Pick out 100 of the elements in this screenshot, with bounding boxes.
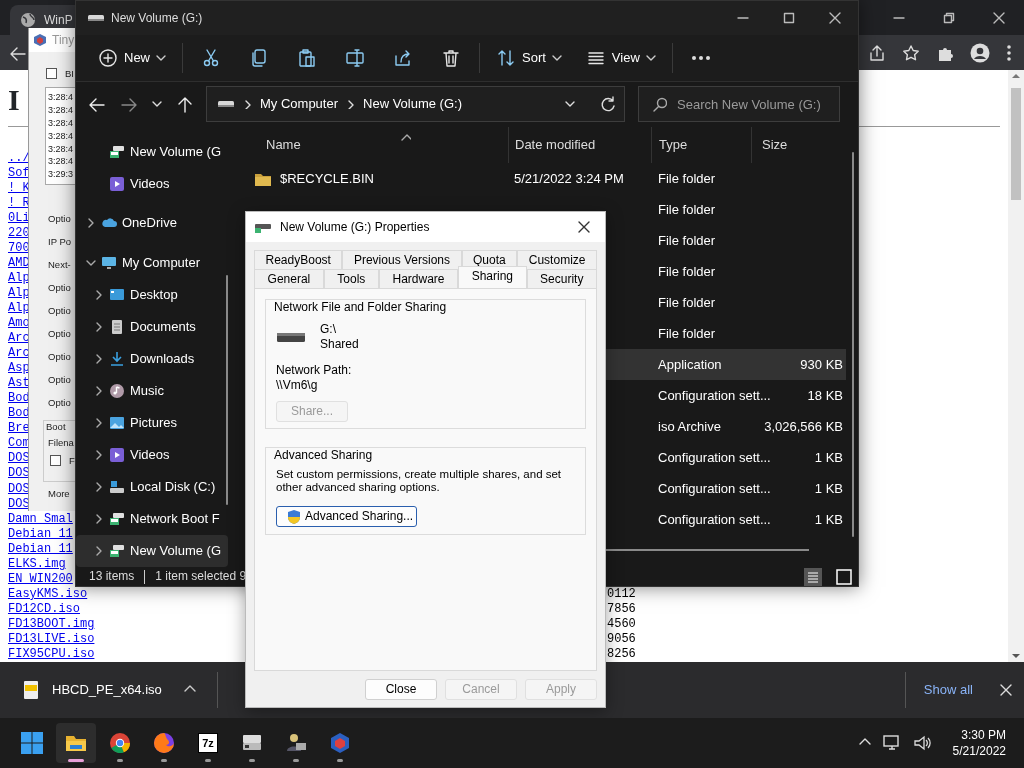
menu-icon[interactable] (1006, 43, 1012, 62)
sidebar-item[interactable]: OneDrive (76, 207, 228, 240)
scrollbar[interactable] (1008, 70, 1024, 662)
log-line: 3:28:4 (48, 155, 75, 169)
advanced-sharing-button[interactable]: Advanced Sharing... (276, 506, 417, 528)
file-type: iso Archive (658, 418, 721, 434)
tab[interactable]: Sharing (458, 266, 527, 288)
profile-icon[interactable] (970, 42, 990, 63)
file-link[interactable]: EasyKMS.iso (8, 586, 88, 601)
sidebar-item[interactable]: My Computer (76, 247, 228, 280)
file-link[interactable]: FD12CD.iso (8, 601, 80, 616)
file-link[interactable]: Bre (8, 421, 30, 436)
file-link[interactable]: Ast (8, 376, 30, 391)
breadcrumb-link[interactable]: My Computer (260, 96, 339, 113)
chevron-right-icon[interactable] (94, 418, 104, 429)
tab[interactable]: Customize (517, 250, 597, 269)
scrollbar-thumb[interactable] (1011, 88, 1021, 200)
dialog-button[interactable]: Close (365, 679, 437, 700)
file-link[interactable]: Debian 11 (8, 541, 73, 556)
sidebar-item[interactable]: Pictures (76, 407, 228, 440)
chevron-right-icon[interactable] (94, 386, 104, 397)
file-link[interactable]: FD13LIVE.iso (8, 632, 95, 646)
close-icon[interactable] (828, 11, 842, 25)
file-link[interactable]: Arc (8, 346, 30, 361)
scrollbar[interactable] (852, 152, 854, 538)
file-link[interactable]: Debian 11 (8, 526, 73, 541)
file-link[interactable]: ELKS.img (8, 556, 66, 571)
chevron-right-icon[interactable] (94, 514, 104, 525)
browser-icon (152, 731, 176, 755)
field-label: Optio (47, 281, 72, 296)
file-link[interactable]: FIX95CPU.iso (8, 647, 95, 662)
sidebar-item[interactable]: Desktop (76, 279, 228, 312)
details-view-icon[interactable] (804, 567, 822, 586)
paste-icon (297, 47, 317, 68)
sidebar-item[interactable]: Network Boot F (76, 503, 228, 536)
breadcrumb-link[interactable]: New Volume (G:) (363, 96, 462, 113)
column-header[interactable]: Type (659, 137, 688, 153)
file-link[interactable]: Arc (8, 331, 30, 346)
close-icon[interactable] (577, 220, 591, 234)
chevron-right-icon[interactable] (94, 290, 104, 301)
new-button[interactable]: New (90, 39, 174, 76)
shield-icon (287, 509, 301, 525)
clock-date[interactable]: 5/21/2022 (952, 743, 1006, 759)
scrollbar[interactable] (226, 275, 228, 506)
file-row[interactable]: $RECYCLE.BIN 5/21/2022 3:24 PM File folder (246, 163, 846, 195)
pictures-icon (109, 415, 125, 432)
view-button[interactable]: View (577, 39, 664, 76)
column-header[interactable]: Name (266, 137, 301, 153)
clock-time[interactable]: 3:30 PM (952, 727, 1006, 743)
sidebar-item[interactable]: New Volume (G (76, 535, 228, 568)
tab[interactable]: Hardware (378, 269, 459, 288)
tab[interactable]: Security (526, 269, 598, 288)
tab[interactable]: Previous Versions (342, 250, 462, 269)
tiles-view-icon[interactable] (836, 568, 852, 585)
chevron-right-icon[interactable] (94, 450, 104, 461)
group-title: Advanced Sharing (272, 448, 375, 463)
search-field[interactable]: Search New Volume (G:) (638, 86, 840, 123)
checkbox[interactable] (46, 68, 57, 80)
column-header[interactable]: Size (762, 137, 788, 153)
sidebar-item[interactable]: Music (76, 375, 228, 408)
taskbar-button[interactable] (56, 723, 96, 763)
show-all-link[interactable]: Show all (917, 681, 979, 699)
file-link[interactable]: EN_WIN200 (8, 571, 73, 586)
file-type: Configuration sett... (658, 449, 771, 465)
close-icon[interactable] (992, 10, 1006, 25)
sidebar-item[interactable]: Downloads (76, 343, 228, 376)
tab[interactable]: Tools (323, 269, 379, 288)
sidebar-item[interactable]: Videos (76, 168, 228, 201)
chevron-right-icon[interactable] (86, 218, 96, 229)
taskbar-button[interactable]: 7z (188, 723, 228, 763)
address-bar[interactable]: My Computer New Volume (G:) (206, 86, 625, 123)
sort-button[interactable]: Sort (488, 39, 570, 76)
file-link[interactable]: 0Li (8, 210, 30, 225)
chevron-right-icon[interactable] (94, 546, 104, 557)
file-type: File folder (658, 170, 716, 186)
sidebar-item[interactable]: New Volume (G (76, 136, 228, 169)
drive-name: G:\ (320, 322, 337, 337)
checkbox[interactable] (50, 455, 61, 467)
file-link[interactable]: FD13BOOT.img (8, 616, 95, 631)
maximize-icon[interactable] (782, 11, 796, 25)
column-header[interactable]: Date modified (515, 137, 596, 153)
sidebar-item[interactable]: Videos (76, 439, 228, 472)
bookmark-star-icon[interactable] (902, 43, 920, 62)
chevron-right-icon[interactable] (94, 354, 104, 365)
sidebar-item[interactable]: Local Disk (C:) (76, 471, 228, 504)
browser-icon (108, 731, 132, 755)
field-label: Optio (47, 396, 72, 411)
chevron-right-icon[interactable] (94, 482, 104, 493)
file-link[interactable]: Damn Smal (8, 511, 73, 526)
network-icon[interactable] (882, 734, 901, 752)
tab[interactable]: ReadyBoost (254, 250, 343, 269)
file-type: Configuration sett... (658, 511, 771, 527)
tab[interactable]: General (254, 269, 324, 288)
restore-icon[interactable] (942, 10, 956, 25)
share-icon[interactable] (868, 43, 886, 62)
volume-icon[interactable] (912, 734, 931, 752)
chevron-right-icon[interactable] (94, 322, 104, 333)
sidebar-item[interactable]: Documents (76, 311, 228, 344)
file-link[interactable]: Sof (8, 165, 30, 180)
download-file-name[interactable]: HBCD_PE_x64.iso (52, 682, 162, 698)
